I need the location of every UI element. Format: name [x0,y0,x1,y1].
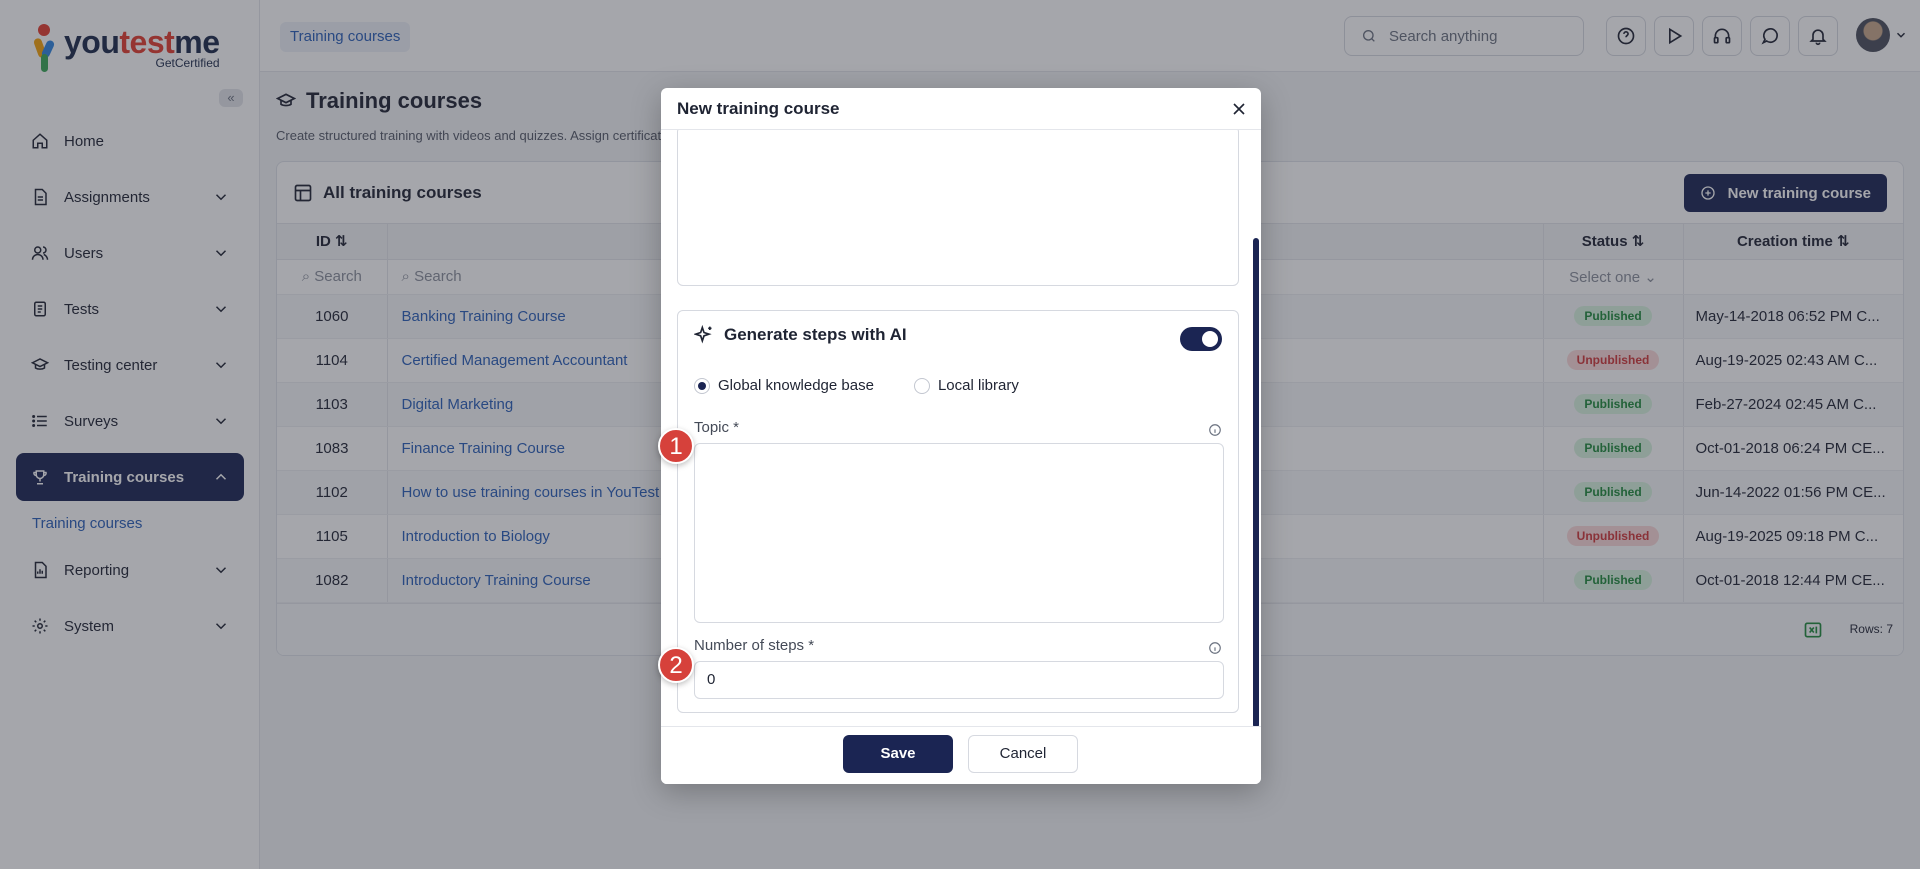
ai-title-text: Generate steps with AI [724,325,907,344]
info-icon[interactable] [1208,423,1222,437]
dialog-body: Generate steps with AI Global knowledge … [661,130,1261,725]
step-marker-2: 2 [658,647,694,683]
number-of-steps-input[interactable]: 0 [694,661,1224,699]
save-button[interactable]: Save [843,735,953,773]
topic-textarea[interactable] [694,443,1224,623]
number-of-steps-label: Number of steps * [694,637,815,654]
radio-global-knowledge-base[interactable]: Global knowledge base [694,377,874,394]
radio-label: Global knowledge base [718,377,874,394]
radio-local-library[interactable]: Local library [913,377,1019,394]
dialog-title: New training course [677,98,840,118]
ai-generation-card: Generate steps with AI Global knowledge … [677,310,1239,713]
knowledge-source-group: Global knowledge base Local library [694,377,1059,394]
radio-label: Local library [937,377,1019,394]
dialog-header: New training course [661,88,1261,130]
cancel-button[interactable]: Cancel [968,735,1078,773]
info-icon[interactable] [1208,641,1222,655]
step-marker-1: 1 [658,428,694,464]
radio-selected [694,377,710,394]
ai-section-title: Generate steps with AI [694,325,907,345]
topic-label: Topic * [694,419,740,436]
dialog-footer: Save Cancel [661,726,1261,784]
close-icon[interactable] [1229,99,1249,119]
ai-generation-toggle[interactable] [1180,327,1222,351]
description-textarea[interactable] [677,130,1239,286]
radio-unselected [913,377,930,394]
dialog-scrollbar[interactable] [1253,238,1259,728]
new-training-course-dialog: New training course Generate steps with … [661,88,1261,784]
sparkle-icon [694,325,712,344]
